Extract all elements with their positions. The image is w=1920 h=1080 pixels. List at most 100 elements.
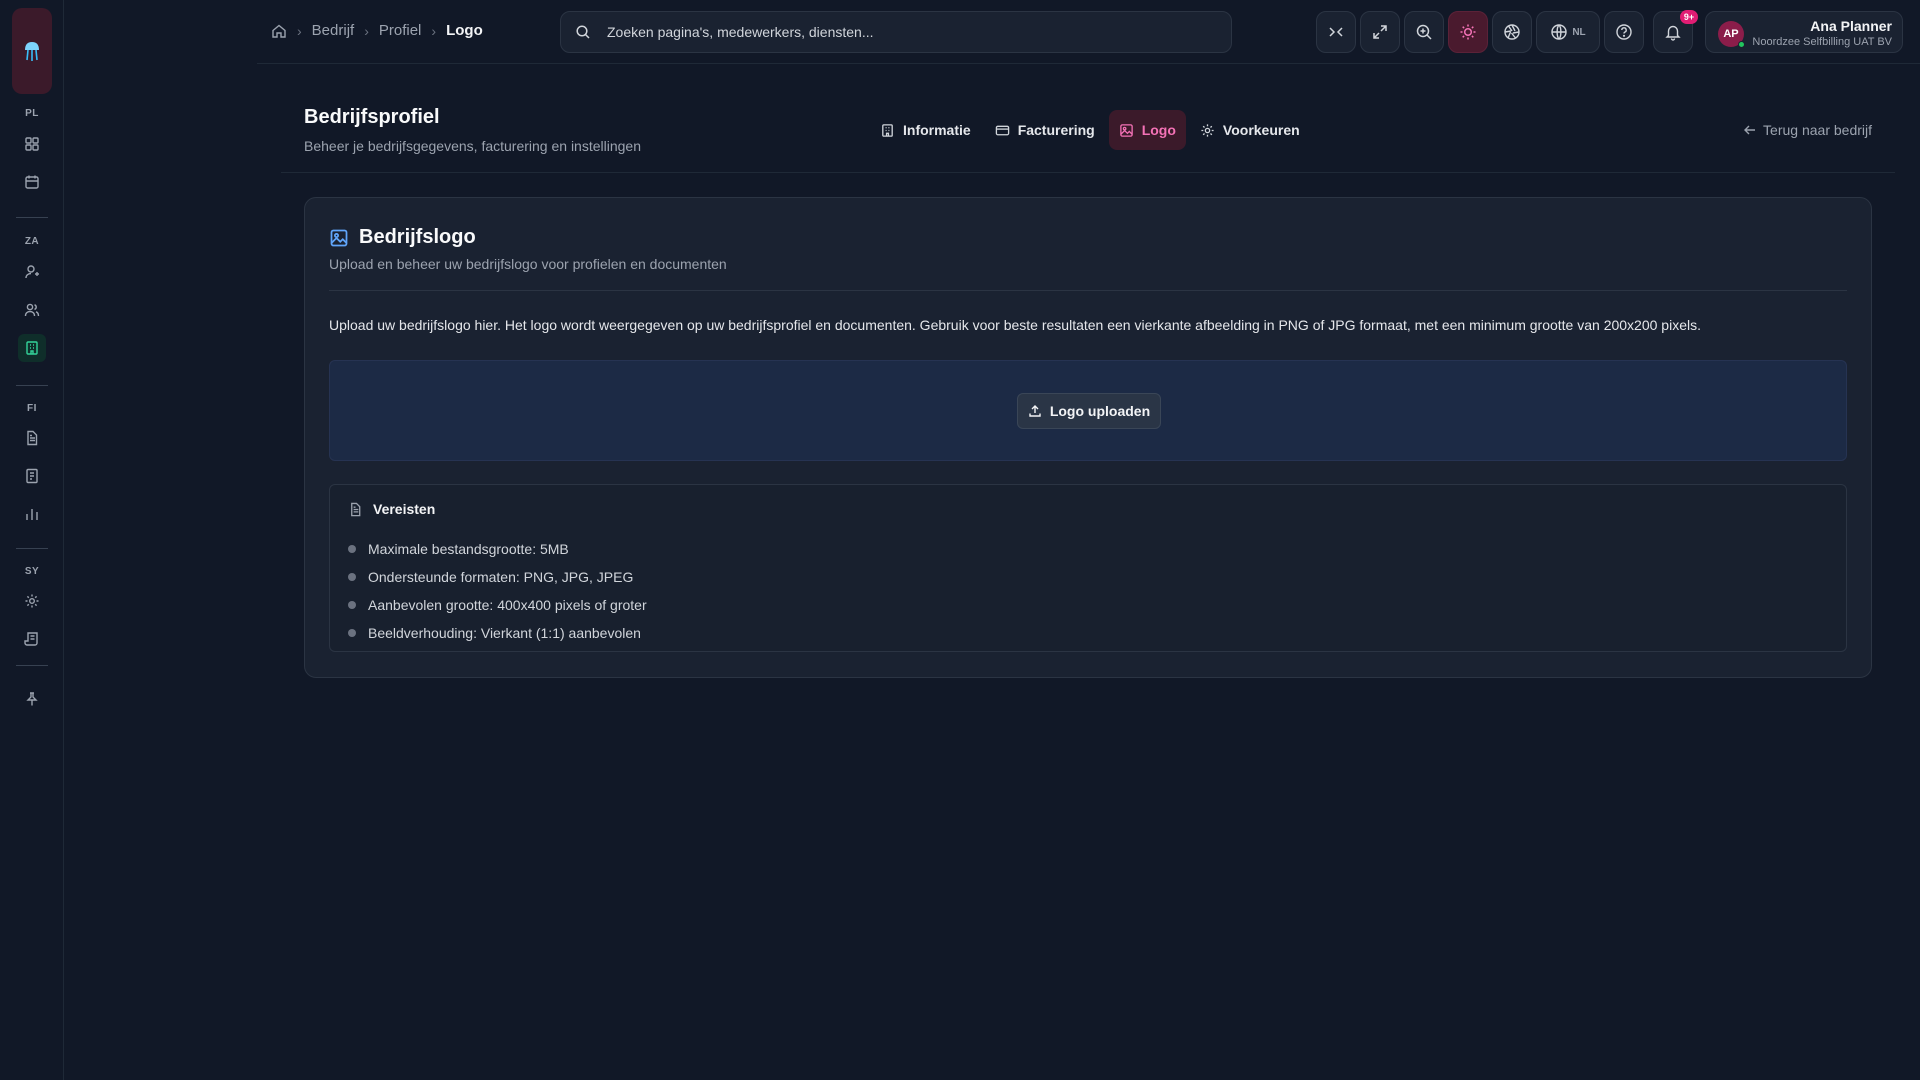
credit-card-icon <box>995 125 1009 135</box>
page-subtitle: Beheer je bedrijfsgegevens, facturering … <box>304 138 641 154</box>
tab-facturering[interactable]: Facturering <box>985 110 1105 150</box>
calendar-icon <box>25 175 39 189</box>
breadcrumb-item[interactable]: Bedrijf <box>312 22 355 39</box>
notifications-button[interactable]: 9+ <box>1653 10 1698 53</box>
card-title-text: Bedrijfslogo <box>359 226 476 248</box>
card-title: Bedrijfslogo <box>329 226 476 249</box>
pin-sidebar-button[interactable] <box>18 685 46 713</box>
appearance-button[interactable] <box>1492 11 1532 53</box>
image-icon <box>1119 123 1133 137</box>
tab-informatie[interactable]: Informatie <box>870 110 981 150</box>
list-item: Aanbevolen grootte: 400x400 pixels of gr… <box>348 591 647 619</box>
reports-button[interactable] <box>18 500 46 528</box>
theme-toggle-button[interactable] <box>1448 11 1488 53</box>
requirement-text: Beeldverhouding: Vierkant (1:1) aanbevol… <box>368 625 641 641</box>
gear-icon <box>25 594 39 608</box>
pin-icon <box>26 692 38 706</box>
requirements-title: Vereisten <box>348 501 435 517</box>
bullet <box>348 545 356 553</box>
requirements-box: Vereisten Maximale bestandsgrootte: 5MB … <box>329 484 1847 652</box>
rail-section-za: ZA <box>24 236 40 247</box>
dashboard-button[interactable] <box>18 130 46 158</box>
logs-button[interactable] <box>18 625 46 653</box>
tab-label: Facturering <box>1017 122 1095 138</box>
back-to-company-link[interactable]: Terug naar bedrijf <box>1743 122 1872 138</box>
receipt-icon <box>26 468 38 484</box>
tab-label: Voorkeuren <box>1222 122 1300 138</box>
requirement-text: Aanbevolen grootte: 400x400 pixels of gr… <box>368 597 647 613</box>
file-text-icon <box>27 430 38 446</box>
language-button[interactable]: NL <box>1536 11 1600 53</box>
settings-button[interactable] <box>18 587 46 615</box>
receipts-button[interactable] <box>18 462 46 490</box>
company-button[interactable] <box>18 334 46 362</box>
rail-divider <box>16 385 48 386</box>
list-item: Beeldverhouding: Vierkant (1:1) aanbevol… <box>348 619 647 647</box>
chevron-right-icon: › <box>364 22 369 39</box>
calendar-button[interactable] <box>18 168 46 196</box>
collapse-sidebar-button[interactable] <box>1316 11 1356 53</box>
bullet <box>348 573 356 581</box>
header-divider <box>281 172 1895 173</box>
list-item: Maximale bestandsgrootte: 5MB <box>348 535 647 563</box>
upload-button-label: Logo uploaden <box>1049 403 1151 419</box>
bullet <box>348 629 356 637</box>
company-logo-card: Bedrijfslogo Upload en beheer uw bedrijf… <box>304 197 1872 678</box>
upload-logo-button[interactable]: Logo uploaden <box>1017 393 1161 429</box>
expand-icon <box>1373 25 1387 39</box>
sidebar-rail: PL ZA FI SY <box>0 0 64 1080</box>
fullscreen-button[interactable] <box>1360 11 1400 53</box>
help-button[interactable] <box>1604 11 1644 53</box>
home-icon <box>272 24 286 38</box>
jellyfish-logo-icon <box>25 42 39 61</box>
aperture-icon <box>1504 24 1520 40</box>
requirements-title-text: Vereisten <box>373 501 436 517</box>
employee-button[interactable] <box>18 258 46 286</box>
users-icon <box>24 303 40 317</box>
chevron-right-icon: › <box>297 22 302 39</box>
logo-dropzone[interactable]: Logo uploaden <box>329 360 1847 461</box>
building-icon <box>26 341 38 355</box>
globe-icon <box>1551 24 1568 40</box>
search-input[interactable] <box>607 24 1187 40</box>
rail-section-pl: PL <box>25 108 39 119</box>
user-menu[interactable]: AP Ana Planner Noordzee Selfbilling UAT … <box>1705 11 1903 53</box>
invoices-button[interactable] <box>18 424 46 452</box>
user-icon <box>25 265 39 279</box>
breadcrumb-current: Logo <box>446 22 483 39</box>
rail-divider <box>16 665 48 666</box>
breadcrumb-item[interactable]: Profiel <box>379 22 422 39</box>
rail-divider <box>16 217 48 218</box>
requirement-text: Maximale bestandsgrootte: 5MB <box>368 541 569 557</box>
list-item: Ondersteunde formaten: PNG, JPG, JPEG <box>348 563 647 591</box>
online-status-dot <box>1738 41 1745 48</box>
top-bar: › Bedrijf › Profiel › Logo Zoeken pagina… <box>257 0 1920 64</box>
search-bar[interactable] <box>560 11 1232 53</box>
zoom-button[interactable] <box>1404 11 1444 53</box>
upload-icon <box>1029 405 1041 417</box>
search-icon <box>576 25 590 39</box>
arrow-left-icon <box>1744 125 1756 135</box>
breadcrumb-home[interactable] <box>271 23 287 39</box>
building-icon <box>882 123 893 137</box>
requirements-list: Maximale bestandsgrootte: 5MB Ondersteun… <box>348 535 647 647</box>
collapse-icon <box>1329 27 1343 37</box>
page-title: Bedrijfsprofiel <box>304 106 440 128</box>
card-divider <box>329 290 1847 291</box>
bullet <box>348 601 356 609</box>
tab-logo[interactable]: Logo <box>1108 110 1186 150</box>
team-button[interactable] <box>18 296 46 324</box>
scroll-icon <box>24 632 38 646</box>
tab-label: Logo <box>1141 122 1176 138</box>
gear-icon <box>1201 123 1214 137</box>
document-icon <box>351 502 361 516</box>
language-code: NL <box>1572 26 1586 38</box>
breadcrumb: › Bedrijf › Profiel › Logo <box>271 22 483 39</box>
image-icon <box>330 229 348 246</box>
tab-voorkeuren[interactable]: Voorkeuren <box>1190 110 1310 150</box>
rail-section-fi: FI <box>27 403 37 414</box>
tab-label: Informatie <box>903 122 971 138</box>
notification-badge: 9+ <box>1680 10 1698 24</box>
app-logo[interactable] <box>12 8 52 94</box>
back-link-label: Terug naar bedrijf <box>1763 122 1872 138</box>
